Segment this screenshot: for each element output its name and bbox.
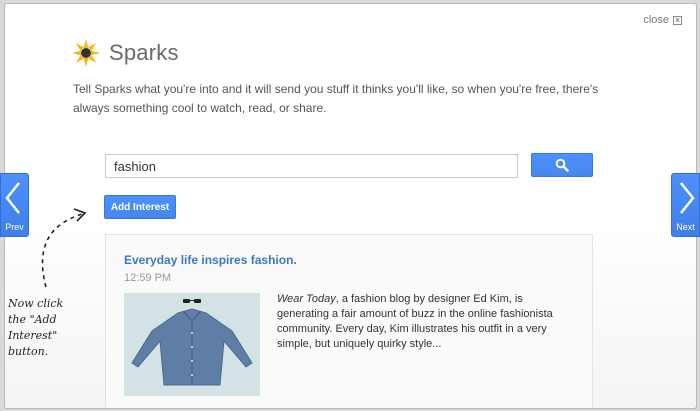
intro-text: Tell Sparks what you're into and it will… bbox=[73, 82, 599, 115]
hand-drawn-arrow-icon bbox=[41, 208, 87, 288]
interest-search-input[interactable] bbox=[105, 154, 518, 178]
add-interest-button[interactable]: Add Interest bbox=[104, 195, 176, 219]
sparks-sun-icon bbox=[72, 39, 100, 67]
result-card: Everyday life inspires fashion. 12:59 PM… bbox=[105, 234, 593, 408]
result-timestamp: 12:59 PM bbox=[124, 272, 172, 284]
result-title-link[interactable]: Everyday life inspires fashion. bbox=[124, 253, 297, 267]
chevron-left-icon bbox=[5, 182, 20, 214]
bottom-notch bbox=[338, 408, 368, 409]
brand-name: Sparks bbox=[109, 40, 179, 65]
result-snippet: Wear Today, a fashion blog by designer E… bbox=[277, 292, 567, 352]
close-x-icon: × bbox=[673, 14, 682, 25]
hint-line: button. bbox=[8, 345, 49, 358]
chevron-right-icon bbox=[680, 182, 695, 214]
next-label: Next bbox=[676, 222, 695, 232]
next-button[interactable]: Next bbox=[671, 173, 700, 237]
prev-button[interactable]: Prev bbox=[0, 173, 29, 237]
close-button[interactable]: close × bbox=[643, 14, 682, 26]
result-thumbnail[interactable] bbox=[124, 293, 260, 396]
hint-line: the "Add bbox=[8, 313, 57, 326]
close-label: close bbox=[643, 14, 669, 26]
hint-line: Interest" bbox=[8, 329, 58, 342]
magnifier-icon bbox=[555, 158, 569, 172]
brand-header: Sparks bbox=[71, 38, 179, 68]
hint-line: Now click bbox=[8, 297, 64, 310]
shirt-illustration bbox=[131, 299, 253, 386]
handwritten-hint: Now click the "Add Interest" button. bbox=[8, 296, 98, 360]
snippet-source: Wear Today bbox=[277, 293, 336, 305]
prev-label: Prev bbox=[5, 222, 24, 232]
search-button[interactable] bbox=[531, 153, 593, 177]
sparks-dialog: close × Sparks Tell Sparks what you're i… bbox=[4, 3, 697, 409]
